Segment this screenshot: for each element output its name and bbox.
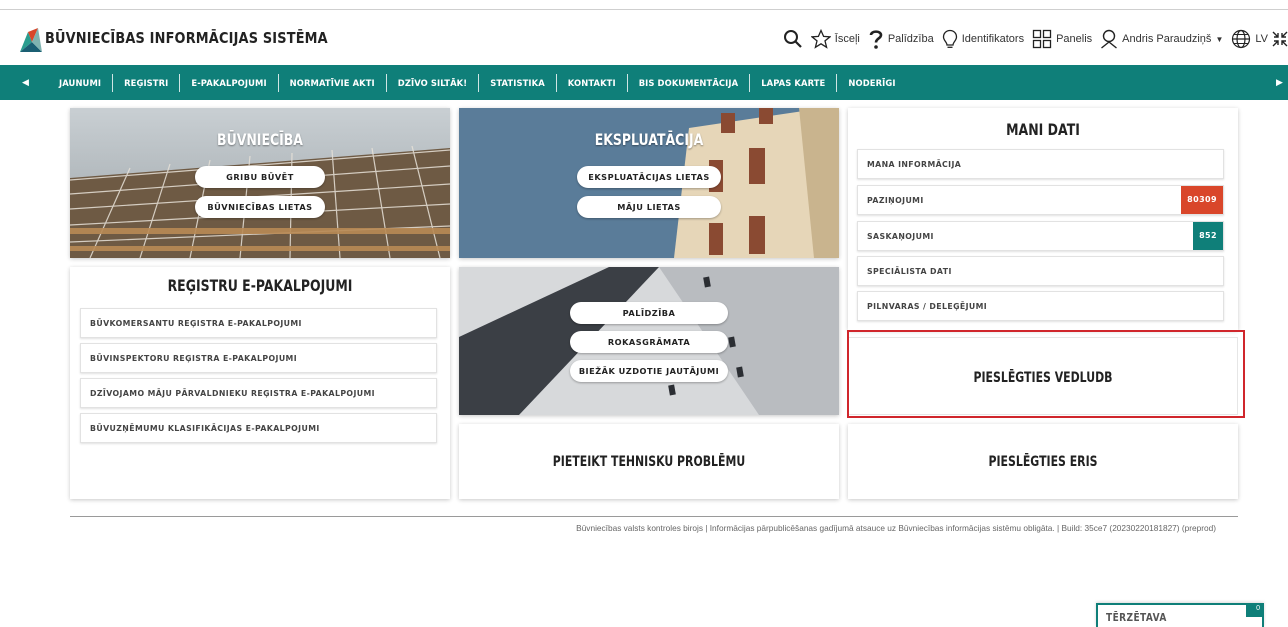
pazinojumi-label: PAZIŅOJUMI xyxy=(867,196,924,205)
palidziba-button[interactable]: PALĪDZĪBA xyxy=(570,302,728,324)
globe-icon xyxy=(1232,29,1251,49)
buvkomersantu-registrs-link[interactable]: BŪVKOMERSANTU REĢISTRA E-PAKALPOJUMI xyxy=(80,308,437,338)
notifications-count-badge: 80309 xyxy=(1181,186,1223,214)
registru-e-pakalpojumi-card: REĢISTRU E-PAKALPOJUMI BŪVKOMERSANTU REĢ… xyxy=(70,267,450,499)
nav-menu: JAUNUMI REĢISTRI E-PAKALPOJUMI NORMATĪVI… xyxy=(48,65,907,100)
buvnieciba-card: BŪVNIECĪBA GRIBU BŪVĒT BŪVNIECĪBAS LIETA… xyxy=(70,108,450,258)
nav-item-statistika[interactable]: STATISTIKA xyxy=(479,73,557,92)
nav-left-arrow-icon[interactable]: ◀ xyxy=(22,77,29,88)
ekspluatacijas-lietas-button[interactable]: EKSPLUATĀCIJAS LIETAS xyxy=(577,166,721,188)
nav-item-bis-dokumentacija[interactable]: BIS DOKUMENTĀCIJA xyxy=(628,73,751,92)
search-button[interactable] xyxy=(783,29,803,49)
gribu-buvet-button[interactable]: GRIBU BŪVĒT xyxy=(195,166,325,188)
saskanojumi-label: SASKAŅOJUMI xyxy=(867,232,934,241)
nav-item-jaunumi[interactable]: JAUNUMI xyxy=(48,73,114,92)
registru-e-pakalpojumi-title: REĢISTRU E-PAKALPOJUMI xyxy=(167,276,353,295)
pieslegties-eris-button[interactable]: PIESLĒGTIES ERIS xyxy=(848,424,1238,499)
nav-item-lapas-karte[interactable]: LAPAS KARTE xyxy=(750,73,838,92)
help-button[interactable]: Palīdzība xyxy=(868,28,934,50)
panel-label: Panelis xyxy=(1056,33,1093,45)
star-icon xyxy=(810,29,831,49)
pieteikt-tehnisku-problemu-label: PIETEIKT TEHNISKU PROBLĒMU xyxy=(552,454,746,470)
fullscreen-button[interactable] xyxy=(1272,29,1288,49)
question-icon xyxy=(869,30,883,49)
panel-button[interactable]: Panelis xyxy=(1032,29,1092,49)
nav-right-arrow-icon[interactable]: ▶ xyxy=(1276,77,1283,88)
saskanojumi-link[interactable]: SASKAŅOJUMI 852 xyxy=(857,221,1224,251)
ekspluatacija-card: EKSPLUATĀCIJA EKSPLUATĀCIJAS LIETAS MĀJU… xyxy=(459,108,839,258)
chat-label: TĒRZĒTAVA xyxy=(1106,611,1167,624)
nav-item-e-pakalpojumi[interactable]: E-PAKALPOJUMI xyxy=(180,73,279,92)
pazinojumi-link[interactable]: PAZIŅOJUMI 80309 xyxy=(857,185,1224,215)
language-label: LV xyxy=(1255,33,1268,45)
approvals-count-badge: 852 xyxy=(1193,222,1223,250)
user-menu-button[interactable]: Andris Paraudziņš ▼ xyxy=(1100,29,1223,49)
site-title[interactable]: BŪVNIECĪBAS INFORMĀCIJAS SISTĒMA xyxy=(45,29,328,47)
specialista-dati-link[interactable]: SPECIĀLISTA DATI xyxy=(857,256,1224,286)
dzivojamo-maju-parvaldnieku-registrs-link[interactable]: DZĪVOJAMO MĀJU PĀRVALDNIEKU REĢISTRA E-P… xyxy=(80,378,437,408)
user-icon xyxy=(1101,29,1118,49)
shortcuts-label: Īsceļi xyxy=(834,33,860,45)
pilnvaras-delegejumi-link[interactable]: PILNVARAS / DELEĢĒJUMI xyxy=(857,291,1224,321)
maju-lietas-button[interactable]: MĀJU LIETAS xyxy=(577,196,721,218)
chat-count-badge: 0 xyxy=(1246,603,1264,617)
buvuznemumu-klasifikacijas-link[interactable]: BŪVUZŅĒMUMU KLASIFIKĀCIJAS E-PAKALPOJUMI xyxy=(80,413,437,443)
site-header: BŪVNIECĪBAS INFORMĀCIJAS SISTĒMA Īsceļi … xyxy=(0,10,1288,65)
pieteikt-tehnisku-problemu-button[interactable]: PIETEIKT TEHNISKU PROBLĒMU xyxy=(459,424,839,499)
footer-divider xyxy=(70,516,1238,517)
identifiers-button[interactable]: Identifikators xyxy=(942,29,1024,49)
nav-item-noderigi[interactable]: NODERĪGI xyxy=(837,74,906,92)
main-nav: ◀ JAUNUMI REĢISTRI E-PAKALPOJUMI NORMATĪ… xyxy=(0,65,1288,100)
support-card: PALĪDZĪBA ROKASGRĀMATA BIEŽĀK UZDOTIE JA… xyxy=(459,267,839,415)
grid-icon xyxy=(1032,29,1052,49)
mani-dati-title: MANI DATI xyxy=(1006,120,1080,139)
buvinspektoru-registrs-link[interactable]: BŪVINSPEKTORU REĢISTRA E-PAKALPOJUMI xyxy=(80,343,437,373)
pieslegties-eris-label: PIESLĒGTIES ERIS xyxy=(988,454,1098,470)
collapse-icon xyxy=(1272,31,1288,47)
lightbulb-icon xyxy=(942,29,957,48)
buvniecibas-lietas-button[interactable]: BŪVNIECĪBAS LIETAS xyxy=(195,196,325,218)
highlight-frame xyxy=(847,330,1245,418)
nav-item-dzivo-siltak[interactable]: DZĪVO SILTĀK! xyxy=(387,73,480,92)
identifiers-label: Identifikators xyxy=(961,33,1025,45)
ekspluatacija-title[interactable]: EKSPLUATĀCIJA xyxy=(501,130,797,149)
user-name: Andris Paraudziņš xyxy=(1122,33,1212,45)
buvnieciba-title[interactable]: BŪVNIECĪBA xyxy=(112,130,408,149)
shortcuts-button[interactable]: Īsceļi xyxy=(810,29,860,49)
biezak-uzdotie-jautajumi-button[interactable]: BIEŽĀK UZDOTIE JAUTĀJUMI xyxy=(570,360,728,382)
nav-item-kontakti[interactable]: KONTAKTI xyxy=(557,73,628,92)
nav-item-normativie-akti[interactable]: NORMATĪVIE AKTI xyxy=(279,73,387,92)
help-label: Palīdzība xyxy=(887,33,934,45)
footer-text: Būvniecības valsts kontroles birojs | In… xyxy=(576,523,1216,533)
nav-item-registri[interactable]: REĢISTRI xyxy=(113,73,181,92)
header-tools: Īsceļi Palīdzība Identifikators Panelis … xyxy=(775,24,1288,54)
language-button[interactable]: LV xyxy=(1231,29,1268,49)
bis-logo-icon[interactable] xyxy=(18,26,44,54)
caret-down-icon: ▼ xyxy=(1215,34,1224,44)
chat-widget[interactable]: TĒRZĒTAVA 0 xyxy=(1096,603,1264,627)
search-icon xyxy=(783,30,802,48)
mani-dati-card: MANI DATI MANA INFORMĀCIJA PAZIŅOJUMI 80… xyxy=(848,108,1238,330)
mana-informacija-link[interactable]: MANA INFORMĀCIJA xyxy=(857,149,1224,179)
rokasgramata-button[interactable]: ROKASGRĀMATA xyxy=(570,331,728,353)
